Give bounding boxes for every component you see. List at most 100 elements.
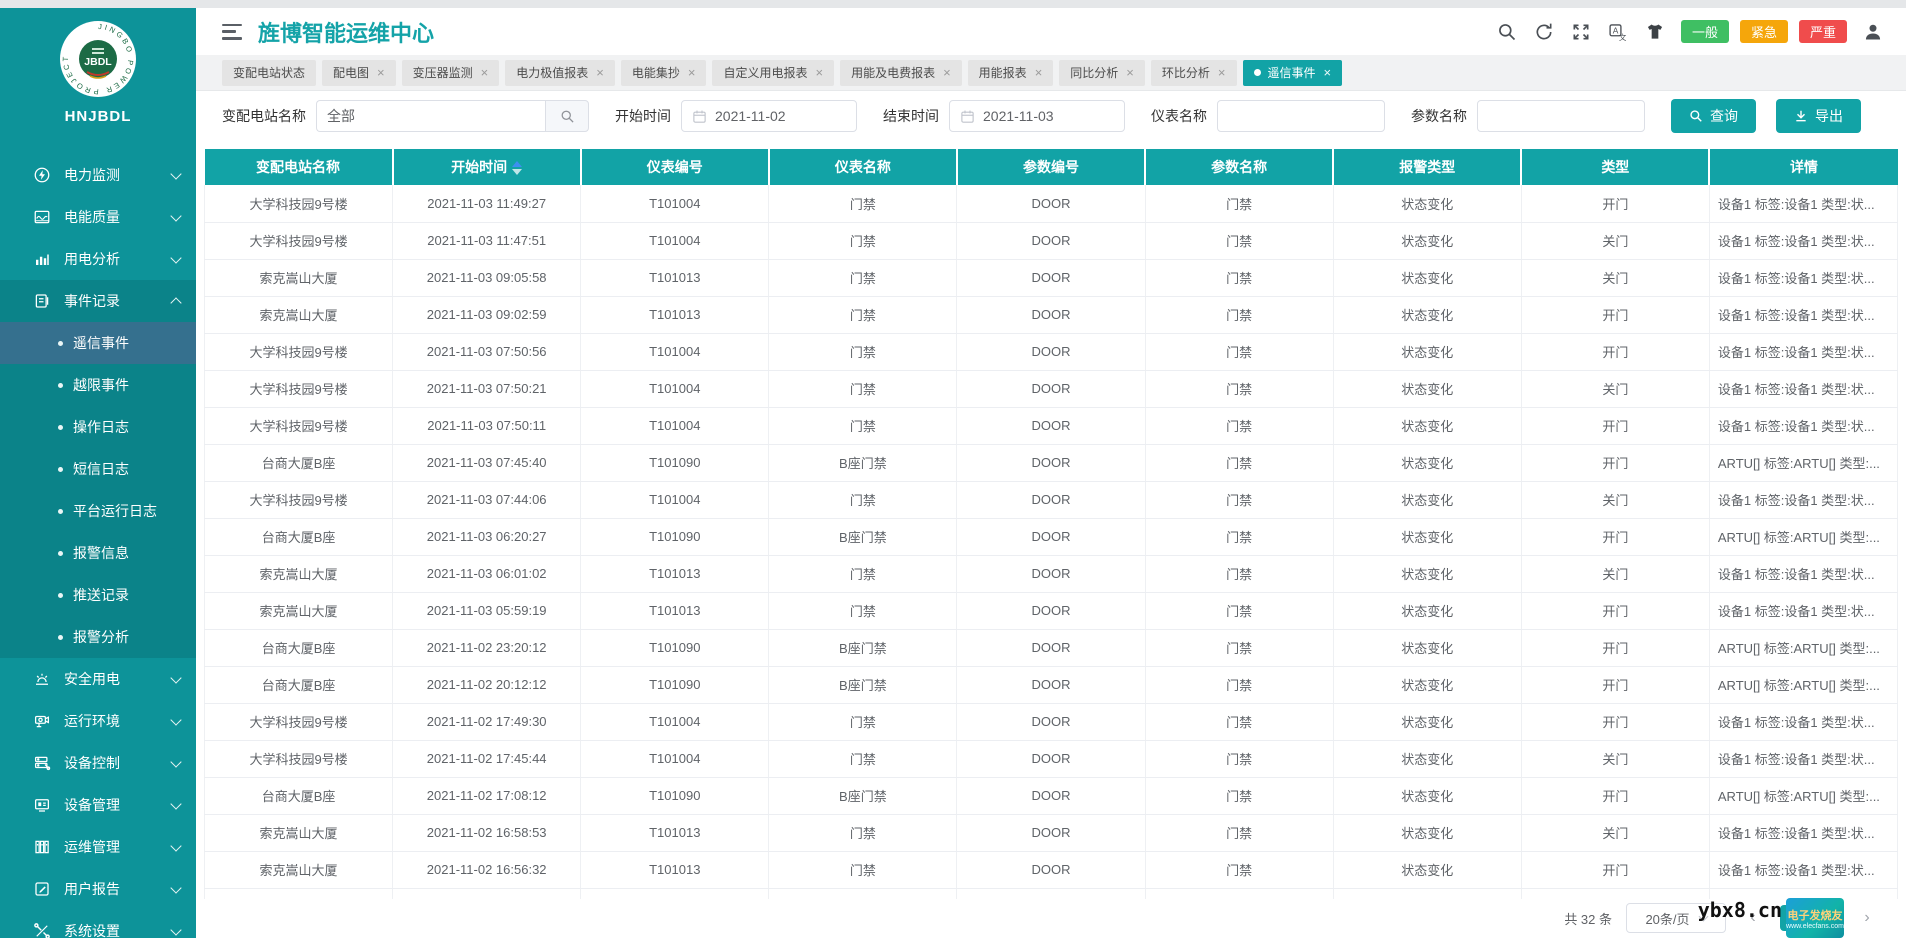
end-date-input[interactable]: 2021-11-03 bbox=[949, 100, 1125, 132]
column-header-参数名称[interactable]: 参数名称 bbox=[1145, 149, 1333, 185]
page-button-1[interactable]: 1 bbox=[1780, 905, 1806, 931]
fullscreen-icon[interactable] bbox=[1570, 21, 1592, 43]
sidebar-subitem-平台运行日志[interactable]: 平台运行日志 bbox=[0, 490, 196, 532]
sidebar-subitem-短信日志[interactable]: 短信日志 bbox=[0, 448, 196, 490]
sidebar-item-用户报告[interactable]: 用户报告 bbox=[0, 868, 196, 910]
next-page-button[interactable]: › bbox=[1854, 905, 1880, 931]
column-header-详情[interactable]: 详情 bbox=[1709, 149, 1897, 185]
close-icon[interactable]: × bbox=[815, 66, 823, 79]
prev-page-button[interactable]: ‹ bbox=[1740, 905, 1766, 931]
column-header-参数编号[interactable]: 参数编号 bbox=[957, 149, 1145, 185]
sort-caret-icon[interactable] bbox=[512, 161, 522, 175]
close-icon[interactable]: × bbox=[688, 66, 696, 79]
alarm-badge-一般[interactable]: 一般 bbox=[1681, 20, 1729, 43]
sidebar-subitem-操作日志[interactable]: 操作日志 bbox=[0, 406, 196, 448]
close-icon[interactable]: × bbox=[596, 66, 604, 79]
close-icon[interactable]: × bbox=[481, 66, 489, 79]
tab-自定义用电报表[interactable]: 自定义用电报表× bbox=[712, 60, 834, 86]
table-cell: 门禁 bbox=[1145, 851, 1333, 888]
tab-配电图[interactable]: 配电图× bbox=[322, 60, 396, 86]
tab-用能报表[interactable]: 用能报表× bbox=[968, 60, 1054, 86]
table-cell: T101013 bbox=[581, 592, 769, 629]
menu-toggle-icon[interactable] bbox=[222, 24, 242, 40]
tab-遥信事件[interactable]: 遥信事件× bbox=[1243, 60, 1343, 86]
table-cell: T101004 bbox=[581, 481, 769, 518]
start-date-input[interactable]: 2021-11-02 bbox=[681, 100, 857, 132]
sidebar-subitem-遥信事件[interactable]: 遥信事件 bbox=[0, 322, 196, 364]
column-header-label: 参数编号 bbox=[1023, 159, 1079, 175]
meter-name-input[interactable] bbox=[1217, 100, 1385, 132]
tab-变压器监测[interactable]: 变压器监测× bbox=[402, 60, 500, 86]
table-cell: 状态变化 bbox=[1333, 740, 1521, 777]
sidebar-subitem-报警信息[interactable]: 报警信息 bbox=[0, 532, 196, 574]
tab-用能及电费报表[interactable]: 用能及电费报表× bbox=[840, 60, 962, 86]
sidebar-item-设备控制[interactable]: 设备控制 bbox=[0, 742, 196, 784]
sidebar-item-电力监测[interactable]: 电力监测 bbox=[0, 154, 196, 196]
station-input[interactable] bbox=[316, 100, 545, 132]
param-name-input[interactable] bbox=[1477, 100, 1645, 132]
sidebar-item-运维管理[interactable]: 运维管理 bbox=[0, 826, 196, 868]
sidebar-item-电能质量[interactable]: 电能质量 bbox=[0, 196, 196, 238]
table-cell: 大学科技园9号楼 bbox=[205, 185, 393, 222]
sidebar-item-安全用电[interactable]: 安全用电 bbox=[0, 658, 196, 700]
theme-icon[interactable] bbox=[1644, 21, 1666, 43]
tab-电能集抄[interactable]: 电能集抄× bbox=[621, 60, 707, 86]
table-cell: T101013 bbox=[581, 259, 769, 296]
sidebar-item-设备管理[interactable]: 设备管理 bbox=[0, 784, 196, 826]
close-icon[interactable]: × bbox=[377, 66, 385, 79]
table-row: 索克嵩山大厦2021-11-02 16:56:32T101013门禁DOOR门禁… bbox=[205, 851, 1898, 888]
tab-电力极值报表[interactable]: 电力极值报表× bbox=[505, 60, 615, 86]
refresh-icon[interactable] bbox=[1533, 21, 1555, 43]
sidebar-item-事件记录[interactable]: 事件记录 bbox=[0, 280, 196, 322]
alarm-badge-严重[interactable]: 严重 bbox=[1799, 20, 1847, 43]
page-size-select[interactable]: 20条/页 bbox=[1626, 903, 1726, 933]
chevron-down-icon bbox=[170, 798, 181, 809]
column-header-报警类型[interactable]: 报警类型 bbox=[1333, 149, 1521, 185]
sidebar-subitem-推送记录[interactable]: 推送记录 bbox=[0, 574, 196, 616]
tab-变配电站状态[interactable]: 变配电站状态 bbox=[222, 60, 316, 86]
user-icon[interactable] bbox=[1862, 21, 1884, 43]
table-row: 大学科技园9号楼2021-11-02 17:45:44T101004门禁DOOR… bbox=[205, 740, 1898, 777]
sidebar-item-运行环境[interactable]: 运行环境 bbox=[0, 700, 196, 742]
station-search-icon[interactable] bbox=[545, 100, 589, 132]
sidebar-item-用电分析[interactable]: 用电分析 bbox=[0, 238, 196, 280]
export-button[interactable]: 导出 bbox=[1776, 99, 1861, 133]
close-icon[interactable]: × bbox=[1218, 66, 1226, 79]
sidebar-subitem-报警分析[interactable]: 报警分析 bbox=[0, 616, 196, 658]
table-cell: 设备1 标签:设备1 类型:状... bbox=[1709, 814, 1897, 851]
column-header-仪表名称[interactable]: 仪表名称 bbox=[769, 149, 957, 185]
table-cell: 门禁 bbox=[1145, 444, 1333, 481]
search-icon[interactable] bbox=[1496, 21, 1518, 43]
page-button-2[interactable]: 2 bbox=[1814, 905, 1840, 931]
table-cell: 门禁 bbox=[1145, 777, 1333, 814]
table-cell: 门禁 bbox=[1145, 518, 1333, 555]
column-header-仪表编号[interactable]: 仪表编号 bbox=[581, 149, 769, 185]
table-row: 索克嵩山大厦2021-11-03 09:02:59T101013门禁DOOR门禁… bbox=[205, 296, 1898, 333]
tab-环比分析[interactable]: 环比分析× bbox=[1151, 60, 1237, 86]
table-row: 台商大厦B座2021-11-02 17:08:12T101090B座门禁DOOR… bbox=[205, 777, 1898, 814]
column-header-开始时间[interactable]: 开始时间 bbox=[393, 149, 581, 185]
chevron-down-icon bbox=[1698, 912, 1708, 922]
table-cell: 状态变化 bbox=[1333, 444, 1521, 481]
language-icon[interactable]: A文 bbox=[1607, 21, 1629, 43]
close-icon[interactable]: × bbox=[1035, 66, 1043, 79]
table-cell: 设备1 标签:设备1 类型:状... bbox=[1709, 222, 1897, 259]
close-icon[interactable]: × bbox=[1126, 66, 1134, 79]
sidebar-item-系统设置[interactable]: 系统设置 bbox=[0, 910, 196, 938]
table-cell: 2021-11-03 07:45:40 bbox=[393, 444, 581, 481]
bullet-icon bbox=[58, 467, 63, 472]
tab-同比分析[interactable]: 同比分析× bbox=[1059, 60, 1145, 86]
table-cell: DOOR bbox=[957, 814, 1145, 851]
column-header-类型[interactable]: 类型 bbox=[1521, 149, 1709, 185]
column-header-变配电站名称[interactable]: 变配电站名称 bbox=[205, 149, 393, 185]
table-cell: 设备1 标签:设备1 类型:状... bbox=[1709, 555, 1897, 592]
table-cell: 开门 bbox=[1521, 518, 1709, 555]
close-icon[interactable]: × bbox=[1324, 66, 1332, 79]
alarm-badge-紧急[interactable]: 紧急 bbox=[1740, 20, 1788, 43]
query-button[interactable]: 查询 bbox=[1671, 99, 1756, 133]
sidebar-subitem-越限事件[interactable]: 越限事件 bbox=[0, 364, 196, 406]
sidebar-item-label: 运维管理 bbox=[64, 837, 164, 857]
close-icon[interactable]: × bbox=[943, 66, 951, 79]
table-cell: DOOR bbox=[957, 703, 1145, 740]
alarm-badges: 一般紧急严重 bbox=[1681, 20, 1847, 43]
